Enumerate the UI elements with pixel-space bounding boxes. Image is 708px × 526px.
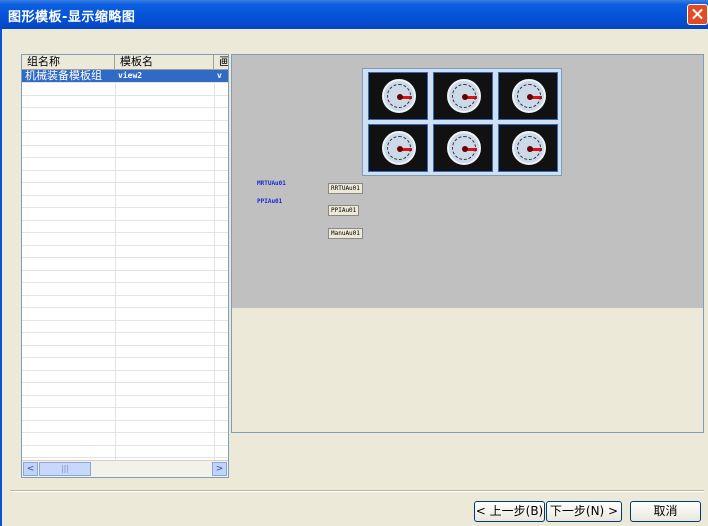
grid-hline xyxy=(22,145,228,146)
grid-hline xyxy=(22,320,228,321)
grid-hline xyxy=(22,432,228,433)
column-header-preview[interactable]: 画 xyxy=(214,55,228,69)
template-list[interactable]: 组名称 模板名 画 机械装备模板组 view2 v < ||| > xyxy=(21,54,229,478)
grid-hline xyxy=(22,357,228,358)
preview-canvas: MRTUAu01 PPIAu01 RRTUAu01 PPIAu01 ManuAu… xyxy=(232,55,703,308)
gauge-panel xyxy=(362,68,562,176)
grid-hline xyxy=(22,232,228,233)
title-bar: 图形模板-显示缩略图 xyxy=(0,0,708,29)
grid-hline xyxy=(22,95,228,96)
grid-hline xyxy=(22,257,228,258)
grid-hline xyxy=(22,157,228,158)
close-icon[interactable] xyxy=(687,4,708,25)
next-button[interactable]: 下一步(N) > xyxy=(546,501,622,522)
grid-hline xyxy=(22,170,228,171)
scroll-left-button[interactable]: < xyxy=(23,462,38,476)
grid-hline xyxy=(22,120,228,121)
grid-vline xyxy=(115,70,116,461)
scroll-thumb[interactable]: ||| xyxy=(39,462,91,476)
grid-hline xyxy=(22,282,228,283)
gauge-icon xyxy=(498,72,558,120)
grid-hline xyxy=(22,132,228,133)
grid-hline xyxy=(22,420,228,421)
grid-hline xyxy=(22,182,228,183)
grid-hline xyxy=(22,382,228,383)
preview-mini-button: RRTUAu01 xyxy=(328,183,363,194)
grid-hline xyxy=(22,295,228,296)
grid-hline xyxy=(22,82,228,83)
preview-label: MRTUAu01 xyxy=(257,180,286,187)
grid-hline xyxy=(22,195,228,196)
cancel-button[interactable]: 取消 xyxy=(630,501,701,522)
preview-label: PPIAu01 xyxy=(257,198,283,205)
horizontal-scrollbar[interactable]: < ||| > xyxy=(22,460,228,477)
grid-hline xyxy=(22,270,228,271)
column-header-group[interactable]: 组名称 xyxy=(22,55,115,69)
window-border xyxy=(0,29,2,526)
gauge-icon xyxy=(368,72,428,120)
gauge-icon xyxy=(433,72,493,120)
gauge-icon xyxy=(498,124,558,172)
gauge-icon xyxy=(433,124,493,172)
window-title: 图形模板-显示缩略图 xyxy=(8,10,136,25)
grid-hline xyxy=(22,345,228,346)
grid-hline xyxy=(22,395,228,396)
gauge-icon xyxy=(368,124,428,172)
preview-mini-button: ManuAu01 xyxy=(328,228,363,239)
footer-divider xyxy=(10,490,704,492)
grid-hline xyxy=(22,332,228,333)
grid-hline xyxy=(22,107,228,108)
row-template-cell: view2 xyxy=(118,71,143,80)
list-header: 组名称 模板名 画 xyxy=(22,55,228,70)
row-extra-cell: v xyxy=(217,71,222,80)
grid-hline xyxy=(22,457,228,458)
preview-mini-button: PPIAu01 xyxy=(328,205,360,216)
grid-hline xyxy=(22,207,228,208)
grid-hline xyxy=(22,220,228,221)
row-group-cell: 机械装备模板组 xyxy=(25,70,102,82)
column-header-template[interactable]: 模板名 xyxy=(115,55,214,69)
prev-button[interactable]: < 上一步(B) xyxy=(474,501,545,522)
grid-hline xyxy=(22,307,228,308)
grid-hline xyxy=(22,445,228,446)
scroll-right-button[interactable]: > xyxy=(212,462,227,476)
thumbnail-preview: MRTUAu01 PPIAu01 RRTUAu01 PPIAu01 ManuAu… xyxy=(231,54,704,433)
grid-hline xyxy=(22,370,228,371)
grid-vline xyxy=(214,70,215,461)
grid-hline xyxy=(22,407,228,408)
grid-hline xyxy=(22,245,228,246)
